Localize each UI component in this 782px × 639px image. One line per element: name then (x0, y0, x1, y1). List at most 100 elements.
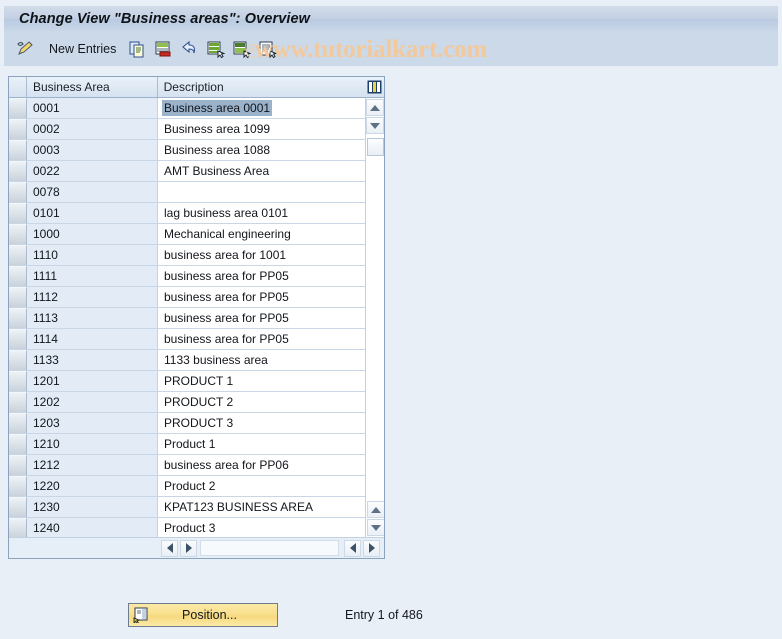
column-header-description[interactable]: Description (157, 77, 366, 97)
row-select-button[interactable] (9, 476, 27, 497)
table-row[interactable]: 1000 Mechanical engineering (9, 224, 384, 245)
cell-business-area[interactable]: 1133 (27, 350, 158, 371)
table-row[interactable]: 1210 Product 1 (9, 434, 384, 455)
row-select-button[interactable] (9, 203, 27, 224)
cell-business-area[interactable]: 0003 (27, 140, 158, 161)
scroll-thumb[interactable] (366, 138, 384, 156)
cell-description[interactable]: business area for PP05 (158, 308, 366, 329)
row-select-button[interactable] (9, 329, 27, 350)
cell-description[interactable]: AMT Business Area (158, 161, 366, 182)
cell-business-area[interactable]: 1240 (27, 518, 158, 538)
position-button[interactable]: Position... (128, 603, 278, 627)
delete-icon[interactable] (151, 37, 175, 61)
table-row[interactable]: 0003 Business area 1088 (9, 140, 384, 161)
table-row[interactable]: 1110 business area for 1001 (9, 245, 384, 266)
row-select-button[interactable] (9, 161, 27, 182)
scroll-page-up-button[interactable] (366, 501, 384, 518)
cell-business-area[interactable]: 1230 (27, 497, 158, 518)
table-row[interactable]: 1113 business area for PP05 (9, 308, 384, 329)
row-select-button[interactable] (9, 245, 27, 266)
cell-description[interactable]: Business area 1099 (158, 119, 366, 140)
cell-business-area[interactable]: 1201 (27, 371, 158, 392)
cell-description[interactable]: Product 3 (158, 518, 366, 538)
cell-description[interactable]: Product 2 (158, 476, 366, 497)
cell-business-area[interactable]: 1110 (27, 245, 158, 266)
cell-description[interactable] (158, 182, 366, 203)
table-row[interactable]: 1220 Product 2 (9, 476, 384, 497)
table-row[interactable]: 0002 Business area 1099 (9, 119, 384, 140)
table-row[interactable]: 1212 business area for PP06 (9, 455, 384, 476)
cell-business-area[interactable]: 0101 (27, 203, 158, 224)
row-select-button[interactable] (9, 455, 27, 476)
row-select-button[interactable] (9, 392, 27, 413)
row-select-button[interactable] (9, 518, 27, 538)
row-select-button[interactable] (9, 434, 27, 455)
cell-business-area[interactable]: 1210 (27, 434, 158, 455)
horizontal-scroll-track[interactable] (200, 540, 339, 556)
cell-business-area[interactable]: 0078 (27, 182, 158, 203)
row-select-button[interactable] (9, 497, 27, 518)
table-row[interactable]: 0101 lag business area 0101 (9, 203, 384, 224)
cell-business-area[interactable]: 1212 (27, 455, 158, 476)
vertical-scrollbar[interactable] (365, 98, 384, 538)
new-entries-button[interactable]: New Entries (49, 42, 116, 56)
cell-description[interactable]: business area for PP05 (158, 287, 366, 308)
cell-description[interactable]: PRODUCT 1 (158, 371, 366, 392)
row-select-button[interactable] (9, 224, 27, 245)
undo-icon[interactable] (177, 37, 201, 61)
row-select-button[interactable] (9, 308, 27, 329)
row-select-button[interactable] (9, 266, 27, 287)
cell-business-area[interactable]: 1000 (27, 224, 158, 245)
cell-business-area[interactable]: 0001 (27, 98, 158, 119)
copy-icon[interactable] (125, 37, 149, 61)
table-row[interactable]: 0078 (9, 182, 384, 203)
cell-business-area[interactable]: 1202 (27, 392, 158, 413)
column-header-business-area[interactable]: Business Area (26, 77, 158, 97)
cell-business-area[interactable]: 0002 (27, 119, 158, 140)
scroll-left-button[interactable] (161, 539, 178, 557)
cell-description[interactable]: 1133 business area (158, 350, 366, 371)
cell-description[interactable]: Mechanical engineering (158, 224, 366, 245)
select-all-icon[interactable] (203, 37, 227, 61)
table-row[interactable]: 0022 AMT Business Area (9, 161, 384, 182)
cell-description[interactable]: business area for PP05 (158, 266, 366, 287)
scroll-column-left-button[interactable] (344, 539, 361, 557)
cell-business-area[interactable]: 1111 (27, 266, 158, 287)
row-select-button[interactable] (9, 119, 27, 140)
scroll-column-right-button[interactable] (363, 539, 380, 557)
column-settings-icon[interactable] (365, 77, 384, 97)
cell-description[interactable]: Business area 0001 (158, 98, 366, 119)
cell-description[interactable]: PRODUCT 2 (158, 392, 366, 413)
pencil-icon[interactable] (13, 37, 37, 61)
cell-description[interactable]: KPAT123 BUSINESS AREA (158, 497, 366, 518)
scroll-page-down-button[interactable] (366, 519, 384, 536)
table-row[interactable]: 1240 Product 3 (9, 518, 384, 538)
cell-description[interactable]: business area for PP06 (158, 455, 366, 476)
scroll-down-button[interactable] (366, 117, 384, 134)
cell-description[interactable]: PRODUCT 3 (158, 413, 366, 434)
cell-business-area[interactable]: 1113 (27, 308, 158, 329)
table-row[interactable]: 1112 business area for PP05 (9, 287, 384, 308)
table-row[interactable]: 1111 business area for PP05 (9, 266, 384, 287)
row-select-button[interactable] (9, 98, 27, 119)
table-row[interactable]: 0001 Business area 0001 (9, 98, 384, 119)
table-row[interactable]: 1230 KPAT123 BUSINESS AREA (9, 497, 384, 518)
row-select-button[interactable] (9, 371, 27, 392)
cell-description[interactable]: Business area 1088 (158, 140, 366, 161)
table-row[interactable]: 1114 business area for PP05 (9, 329, 384, 350)
row-select-button[interactable] (9, 140, 27, 161)
cell-description[interactable]: lag business area 0101 (158, 203, 366, 224)
row-select-button[interactable] (9, 350, 27, 371)
row-select-button[interactable] (9, 287, 27, 308)
cell-business-area[interactable]: 1112 (27, 287, 158, 308)
cell-business-area[interactable]: 0022 (27, 161, 158, 182)
row-select-button[interactable] (9, 413, 27, 434)
cell-description[interactable]: Product 1 (158, 434, 366, 455)
table-row[interactable]: 1203 PRODUCT 3 (9, 413, 384, 434)
table-row[interactable]: 1133 1133 business area (9, 350, 384, 371)
cell-business-area[interactable]: 1203 (27, 413, 158, 434)
cell-description[interactable]: business area for PP05 (158, 329, 366, 350)
scroll-right-button[interactable] (180, 539, 197, 557)
table-row[interactable]: 1201 PRODUCT 1 (9, 371, 384, 392)
row-select-button[interactable] (9, 182, 27, 203)
